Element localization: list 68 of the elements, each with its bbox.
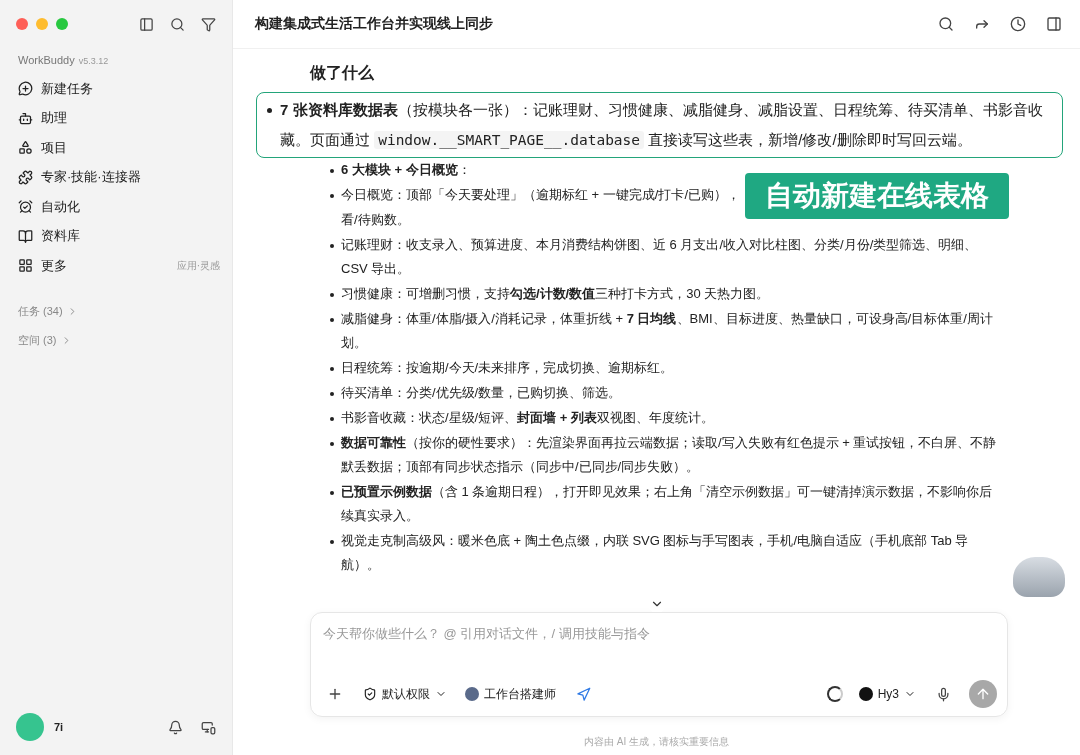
bullet-icon: [330, 392, 334, 396]
close-button[interactable]: [16, 18, 28, 30]
app-name: WorkBuddy: [18, 54, 75, 66]
agent-avatar: [465, 687, 479, 701]
bullet-icon: [330, 318, 334, 322]
agent-chip[interactable]: 工作台搭建师: [463, 683, 558, 705]
annotation-label: 自动新建在线表格: [745, 173, 1009, 219]
bullet-icon: [330, 194, 334, 198]
arrow-icon: [576, 686, 591, 702]
list-item-text: 已预置示例数据（含 1 条逾期日程），打开即见效果；右上角「清空示例数据」可一键清掉演示数据，不影响你后续真实录入。: [341, 483, 994, 525]
sidebar-item[interactable]: 专家·技能·连接器: [16, 162, 143, 192]
shapes-icon: [18, 140, 33, 156]
callout-text: 7 张资料库数据表（按模块各一张）：记账理财、习惯健康、减脂健身、减脂设置、日程统筹、待买清单、书影音收藏。页面通过 window.__SMART_PAGE__.database 直接读写这些表，新增/修改/删除即时写回云端。: [280, 100, 1044, 151]
list-item-text: 看/待购数。: [341, 211, 410, 229]
model-logo: [858, 687, 873, 701]
loading-icon: [826, 686, 843, 702]
disclaimer-text: 内容由 AI 生成，请核实重要信息: [583, 735, 730, 749]
list-item-text: 习惯健康：可增删习惯，支持勾选/计数/数值三种打卡方式，30 天热力图。: [341, 285, 770, 303]
permission-dropdown[interactable]: 默认权限: [361, 683, 449, 705]
plus-icon: [327, 686, 343, 702]
list-item-text: 待买清单：分类/优先级/数量，已购切换、筛选。: [341, 384, 622, 402]
search-icon: [170, 16, 185, 32]
list-item-text: 今日概览：顶部「今天要处理」（逾期标红 + 一键完成/打卡/已购），: [341, 186, 741, 204]
sidebar-item[interactable]: 助理: [16, 103, 69, 133]
bullet-icon: [330, 244, 334, 248]
sidebar-item[interactable]: 自动化: [16, 192, 82, 222]
chat-title: 构建集成式生活工作台并实现线上同步: [255, 15, 493, 33]
sidebar-item[interactable]: 项目: [16, 133, 69, 163]
user-name: 7i: [54, 721, 64, 733]
microphone-icon: [936, 686, 951, 702]
message-field[interactable]: 今天帮你做些什么？ @ 引用对话文件，/ 调用技能与指令 默认权限 工作台搭建师 Hy3: [310, 612, 1008, 717]
puzzle-icon: [18, 169, 33, 185]
robot-icon: [18, 110, 33, 126]
section-heading: 做了什么: [310, 63, 375, 83]
bullet-icon: [330, 540, 334, 544]
app-version: v5.3.12: [78, 56, 109, 66]
mascot-drawing: [1013, 557, 1065, 597]
book-icon: [18, 228, 33, 244]
devices-icon: [201, 719, 216, 735]
bullet-icon: [330, 169, 334, 173]
bullet-icon: [330, 293, 334, 297]
model-dropdown[interactable]: Hy3: [856, 685, 918, 703]
list-item-text: 记账理财：收支录入、预算进度、本月消费结构饼图、近 6 月支出/收入对比柱图、分类/月份/类型筛选、明细、CSV 导出。: [341, 236, 979, 278]
bullet-icon: [267, 108, 272, 113]
shield-check-icon: [363, 687, 377, 701]
clock-icon: [1010, 16, 1026, 32]
alarm-clock-icon: [18, 199, 33, 215]
chat-plus-icon: [18, 81, 33, 97]
list-item-text: 日程统筹：按逾期/今天/未来排序，完成切换、逾期标红。: [341, 359, 674, 377]
list-item-text: 书影音收藏：状态/星级/短评、封面墙 + 列表双视图、年度统计。: [341, 409, 715, 427]
item-note: 应用·灵感: [176, 258, 220, 273]
sidebar-icon: [139, 16, 154, 32]
list-item-text: 视觉走克制高级风：暖米色底 + 陶土色点缀，内联 SVG 图标与手写图表，手机/电脑自适应（手机底部 Tab 导航）。: [341, 532, 970, 574]
panel-icon: [1046, 16, 1062, 32]
bullet-icon: [330, 367, 334, 371]
bell-icon: [168, 719, 183, 735]
sidebar-item[interactable]: 更多: [16, 251, 69, 281]
search-icon: [938, 16, 954, 32]
sidebar-item[interactable]: 新建任务: [16, 74, 95, 104]
grid-icon: [18, 258, 33, 274]
bullet-icon: [330, 491, 334, 495]
filter-icon: [201, 16, 216, 32]
bullet-icon: [330, 417, 334, 421]
list-item-text: 6 大模块 + 今日概览：: [341, 161, 471, 179]
bullet-icon: [330, 442, 334, 446]
sidebar-item[interactable]: 资料库: [16, 221, 82, 251]
list-item-text: 数据可靠性（按你的硬性要求）：先渲染界面再拉云端数据；读取/写入失败有红色提示 + 重试按钮，不白屏、不静默丢数据；顶部有同步状态指示（同步中/已同步/同步失败）。: [341, 434, 998, 476]
list-item-text: 减脂健身：体重/体脂/摄入/消耗记录，体重折线 + 7 日均线、BMI、目标进度、热量缺口，可设身高/目标体重/周计划。: [341, 310, 994, 352]
